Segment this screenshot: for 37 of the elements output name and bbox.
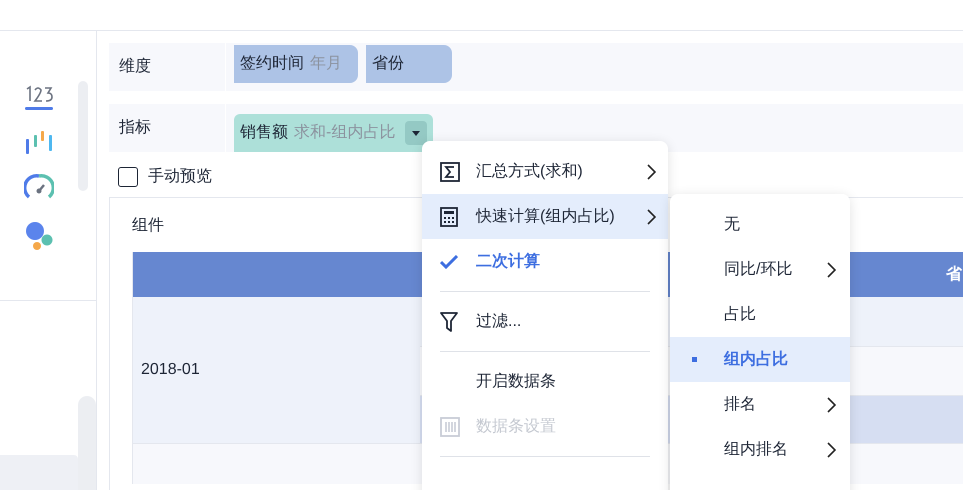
menu-item[interactable]: 二次计算 — [422, 239, 668, 284]
menu-item[interactable]: 过滤... — [422, 299, 668, 344]
chip-name: 销售额 — [240, 122, 288, 143]
submenu-item[interactable]: 组内占比 — [670, 337, 850, 382]
column-header: 省 — [946, 264, 962, 284]
filter-icon — [440, 312, 458, 332]
caret-down-icon — [412, 130, 420, 136]
menu-item[interactable]: 开启数据条 — [422, 359, 668, 404]
scrollbar[interactable] — [78, 396, 96, 490]
dimension-chip[interactable]: 省份 — [366, 45, 452, 83]
dimension-chip[interactable]: 签约时间 年月 — [234, 45, 358, 83]
data-bar-icon — [440, 416, 460, 436]
checkbox-label: 手动预览 — [148, 166, 212, 187]
checkbox[interactable] — [118, 167, 138, 187]
chip-detail: 求和-组内占比 — [294, 122, 396, 143]
bubble-chart-icon — [24, 221, 54, 251]
sigma-icon — [440, 162, 460, 182]
menu-item[interactable]: 汇总方式(求和) — [422, 149, 668, 194]
measure-chip[interactable]: 销售额 求和-组内占比 — [234, 114, 434, 152]
submenu-item[interactable]: 同比/环比 — [670, 247, 850, 292]
menu-item[interactable]: 快速计算(组内占比) — [422, 194, 668, 239]
chip-name: 签约时间 — [240, 54, 304, 74]
check-icon — [440, 254, 458, 268]
number-chart-icon — [24, 83, 54, 111]
submenu-item[interactable]: 占比 — [670, 292, 850, 337]
submenu-item[interactable]: 无 — [670, 202, 850, 247]
section-title: 组件 — [132, 216, 164, 236]
field-label: 维度 — [109, 43, 226, 91]
submenu-item[interactable]: 组内排名 — [670, 427, 850, 472]
dropdown-button[interactable] — [405, 121, 428, 145]
chip-name: 省份 — [372, 54, 404, 74]
chip-detail: 年月 — [310, 54, 342, 74]
field-label: 指标 — [109, 104, 226, 152]
table-cell-text: 2018-01 — [140, 360, 201, 380]
calculator-icon — [440, 206, 458, 226]
submenu-item[interactable]: 排名 — [670, 382, 850, 427]
bar-chart-icon — [24, 129, 54, 155]
